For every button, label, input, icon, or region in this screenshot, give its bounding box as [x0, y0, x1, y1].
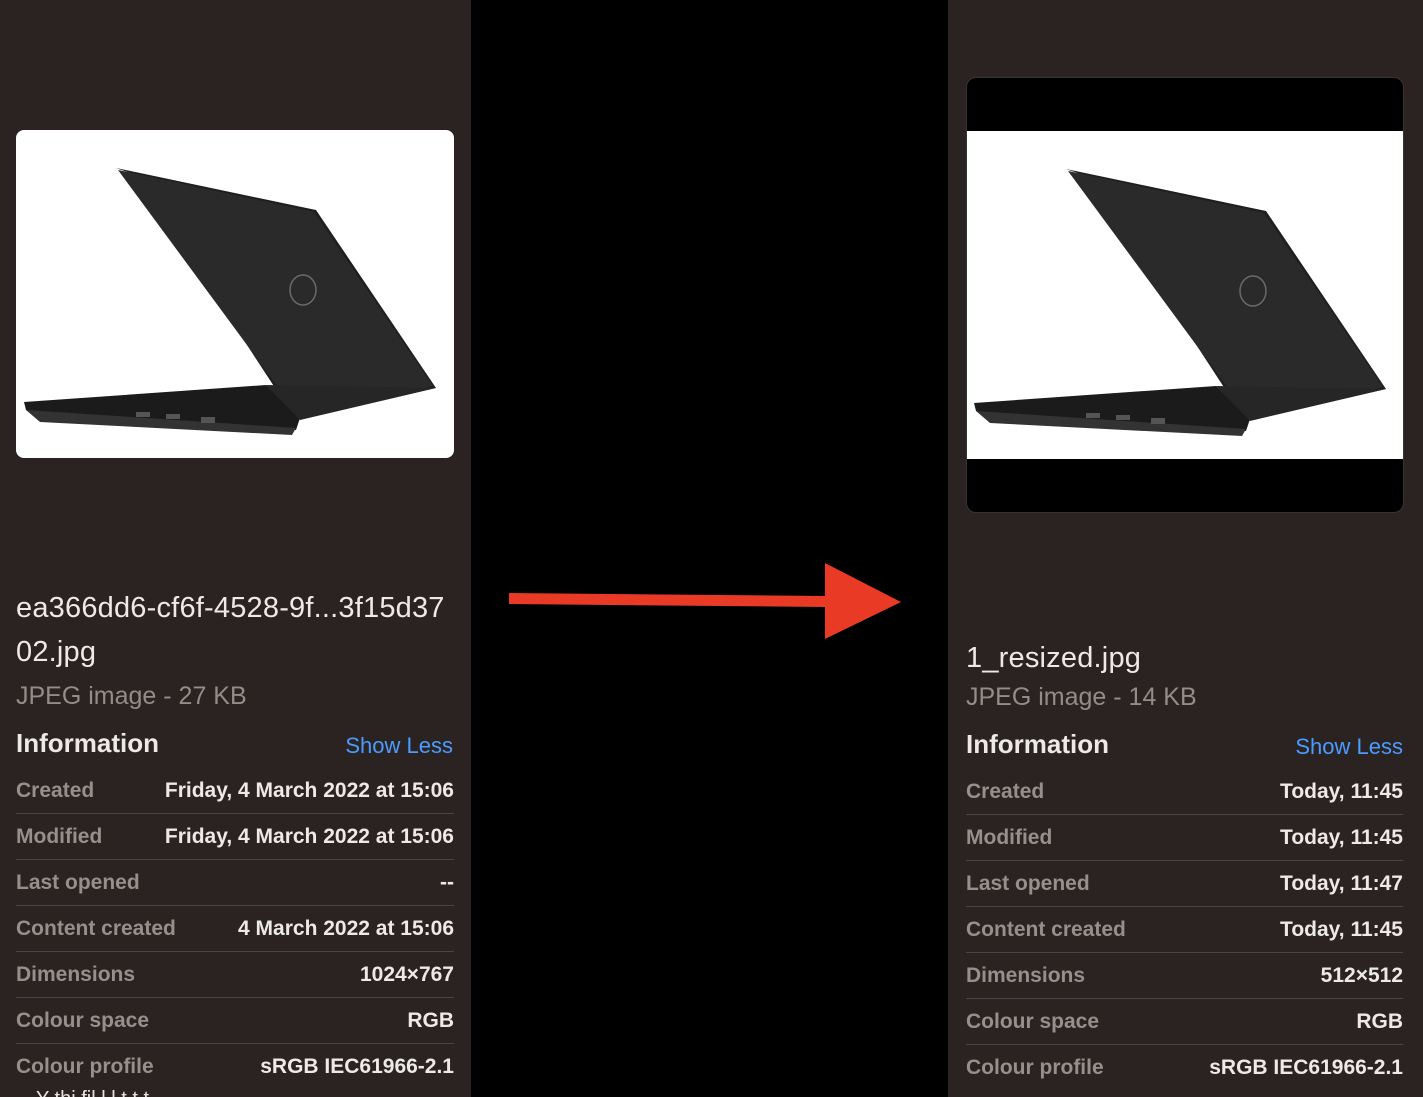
right-image-preview	[966, 77, 1404, 513]
laptop-image	[974, 169, 1386, 436]
left-info-panel: ea366dd6-cf6f-4528-9f...3f15d3702.jpg JP…	[0, 0, 471, 1097]
info-label: Dimensions	[16, 962, 136, 986]
info-value: Today, 11:45	[1280, 917, 1403, 941]
info-value: Friday, 4 March 2022 at 15:06	[164, 778, 454, 802]
info-label: Created	[16, 778, 95, 802]
info-row-last-opened: Last opened --	[16, 860, 454, 906]
info-value: Friday, 4 March 2022 at 15:06	[164, 824, 454, 848]
info-value: sRGB IEC61966-2.1	[260, 1054, 454, 1078]
info-row-dimensions: Dimensions 512×512	[966, 953, 1403, 999]
file-name: 1_resized.jpg	[966, 642, 1142, 674]
info-label: Content created	[16, 916, 176, 940]
info-label: Colour space	[966, 1009, 1100, 1033]
info-row-modified: Modified Friday, 4 March 2022 at 15:06	[16, 814, 454, 860]
info-label: Colour profile	[966, 1055, 1104, 1079]
info-value: 1024×767	[359, 962, 454, 986]
info-row-colour-space: Colour space RGB	[16, 998, 454, 1044]
information-title: Information	[966, 729, 1109, 759]
right-arrow-icon	[509, 563, 901, 639]
laptop-image	[24, 168, 436, 435]
info-row-content-created: Content created 4 March 2022 at 15:06	[16, 906, 454, 952]
file-kind-size: JPEG image - 14 KB	[966, 683, 1197, 711]
info-row-created: Created Today, 11:45	[966, 769, 1403, 815]
info-label: Modified	[966, 825, 1053, 849]
info-label: Last opened	[966, 871, 1090, 895]
info-value: 4 March 2022 at 15:06	[238, 916, 454, 940]
info-row-dimensions: Dimensions 1024×767	[16, 952, 454, 998]
info-value: RGB	[407, 1008, 454, 1032]
cutoff-text: Y thi fil l l t t t	[36, 1088, 149, 1097]
info-label: Colour space	[16, 1008, 150, 1032]
info-row-created: Created Friday, 4 March 2022 at 15:06	[16, 768, 454, 814]
info-row-last-opened: Last opened Today, 11:47	[966, 861, 1403, 907]
info-label: Content created	[966, 917, 1126, 941]
info-rows: Created Friday, 4 March 2022 at 15:06 Mo…	[16, 768, 454, 1089]
info-value: RGB	[1356, 1009, 1403, 1033]
right-info-panel: 1_resized.jpg JPEG image - 14 KB Informa…	[948, 0, 1423, 1097]
info-row-content-created: Content created Today, 11:45	[966, 907, 1403, 953]
info-row-colour-profile: Colour profile sRGB IEC61966-2.1	[16, 1044, 454, 1089]
info-label: Colour profile	[16, 1054, 154, 1078]
info-row-colour-profile: Colour profile sRGB IEC61966-2.1	[966, 1045, 1403, 1090]
show-less-button[interactable]: Show Less	[1295, 734, 1403, 760]
left-image-preview	[16, 130, 454, 458]
info-value: Today, 11:47	[1280, 871, 1403, 895]
info-value: Today, 11:45	[1280, 779, 1403, 803]
info-value: 512×512	[1320, 963, 1403, 987]
file-kind-size: JPEG image - 27 KB	[16, 682, 247, 710]
file-name: ea366dd6-cf6f-4528-9f...3f15d3702.jpg	[16, 592, 445, 668]
info-row-modified: Modified Today, 11:45	[966, 815, 1403, 861]
info-value: --	[440, 870, 454, 894]
info-value: sRGB IEC61966-2.1	[1209, 1055, 1403, 1079]
info-label: Modified	[16, 824, 103, 848]
information-title: Information	[16, 728, 159, 758]
show-less-button[interactable]: Show Less	[345, 733, 453, 759]
information-header: Information Show Less	[16, 728, 453, 762]
info-value: Today, 11:45	[1280, 825, 1403, 849]
info-label: Dimensions	[966, 963, 1086, 987]
info-row-colour-space: Colour space RGB	[966, 999, 1403, 1045]
information-header: Information Show Less	[966, 729, 1403, 763]
info-label: Created	[966, 779, 1045, 803]
info-label: Last opened	[16, 870, 140, 894]
info-rows: Created Today, 11:45 Modified Today, 11:…	[966, 769, 1403, 1090]
